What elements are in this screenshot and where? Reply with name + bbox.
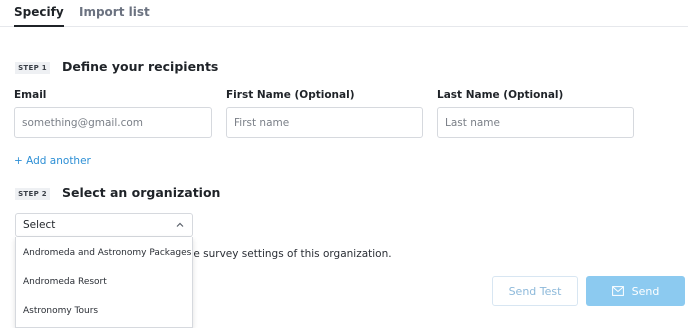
organization-select-value: Select [23,219,56,231]
send-test-label: Send Test [508,284,562,298]
organization-select[interactable]: Select [15,213,193,237]
last-name-field[interactable] [437,107,634,138]
send-label: Send [631,284,660,298]
step-2-title: Select an organization [62,185,221,200]
step-1-badge: STEP 1 [15,62,50,74]
chevron-up-icon [176,222,184,227]
first-name-field[interactable] [226,107,423,138]
step-2-badge: STEP 2 [15,188,50,200]
email-field[interactable] [14,107,212,138]
send-button[interactable]: Send [586,276,685,306]
tab-bar: Specify Import list [0,0,688,27]
dropdown-option[interactable]: Andromeda and Astronomy Packages [23,248,191,258]
step-1-title: Define your recipients [62,59,219,74]
tab-import-list[interactable]: Import list [79,5,150,19]
add-another-link[interactable]: + Add another [14,155,91,167]
send-test-button[interactable]: Send Test [492,276,578,306]
organization-dropdown: Andromeda and Astronomy Packages Androme… [15,237,193,328]
tab-specify[interactable]: Specify [14,5,64,27]
last-name-label: Last Name (Optional) [437,89,564,101]
dropdown-option[interactable]: Astronomy Tours [23,306,98,316]
mail-icon [611,286,624,296]
first-name-label: First Name (Optional) [226,89,355,101]
dropdown-option[interactable]: Andromeda Resort [23,277,107,287]
email-label: Email [14,89,47,101]
